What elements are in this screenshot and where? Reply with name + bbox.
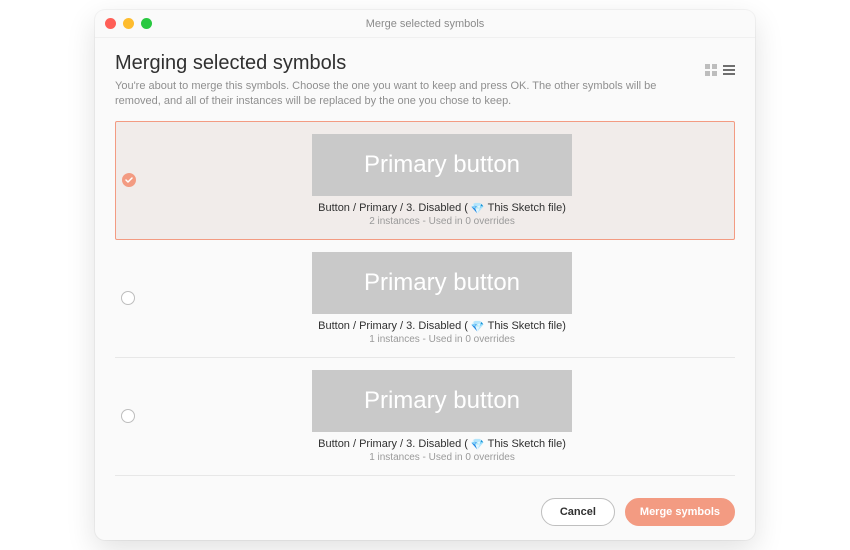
- radio-select[interactable]: [121, 409, 135, 423]
- symbol-cell: Primary button Button / Primary / 3. Dis…: [156, 134, 728, 227]
- footer: Cancel Merge symbols: [95, 484, 755, 540]
- merge-symbols-button[interactable]: Merge symbols: [625, 498, 735, 526]
- symbol-thumbnail: Primary button: [312, 370, 572, 432]
- view-toggle: [705, 64, 735, 76]
- symbol-usage: 1 instances - Used in 0 overrides: [369, 452, 515, 463]
- grid-view-icon[interactable]: [705, 64, 717, 76]
- symbol-thumbnail: Primary button: [312, 252, 572, 314]
- thumbnail-label: Primary button: [364, 387, 520, 415]
- merge-symbols-window: Merge selected symbols Merging selected …: [95, 10, 755, 540]
- sketch-diamond-icon: 💎: [471, 320, 485, 333]
- radio-select[interactable]: [122, 173, 136, 187]
- symbol-row[interactable]: Primary button Button / Primary / 3. Dis…: [115, 240, 735, 358]
- symbol-path: Button / Primary / 3. Disabled ( 💎 This …: [318, 438, 566, 451]
- thumbnail-label: Primary button: [364, 269, 520, 297]
- titlebar: Merge selected symbols: [95, 10, 755, 38]
- sketch-diamond-icon: 💎: [471, 438, 485, 451]
- traffic-lights: [105, 18, 152, 29]
- thumbnail-label: Primary button: [364, 151, 520, 179]
- symbol-thumbnail: Primary button: [312, 134, 572, 196]
- symbol-row[interactable]: Primary button Button / Primary / 3. Dis…: [115, 358, 735, 476]
- header: Merging selected symbols You're about to…: [95, 38, 755, 115]
- symbol-usage: 1 instances - Used in 0 overrides: [369, 334, 515, 345]
- page-subtitle: You're about to merge this symbols. Choo…: [115, 79, 675, 109]
- close-icon[interactable]: [105, 18, 116, 29]
- radio-select[interactable]: [121, 291, 135, 305]
- symbol-usage: 2 instances - Used in 0 overrides: [369, 216, 515, 227]
- symbol-cell: Primary button Button / Primary / 3. Dis…: [155, 370, 729, 463]
- minimize-icon[interactable]: [123, 18, 134, 29]
- symbol-list: Primary button Button / Primary / 3. Dis…: [95, 115, 755, 484]
- symbol-row[interactable]: Primary button Button / Primary / 3. Dis…: [115, 121, 735, 240]
- symbol-cell: Primary button Button / Primary / 3. Dis…: [155, 252, 729, 345]
- cancel-button[interactable]: Cancel: [541, 498, 615, 526]
- page-title: Merging selected symbols: [115, 52, 735, 75]
- maximize-icon[interactable]: [141, 18, 152, 29]
- symbol-path: Button / Primary / 3. Disabled ( 💎 This …: [318, 202, 566, 215]
- symbol-path: Button / Primary / 3. Disabled ( 💎 This …: [318, 320, 566, 333]
- sketch-diamond-icon: 💎: [471, 202, 485, 215]
- list-view-icon[interactable]: [723, 64, 735, 76]
- window-title: Merge selected symbols: [366, 18, 485, 30]
